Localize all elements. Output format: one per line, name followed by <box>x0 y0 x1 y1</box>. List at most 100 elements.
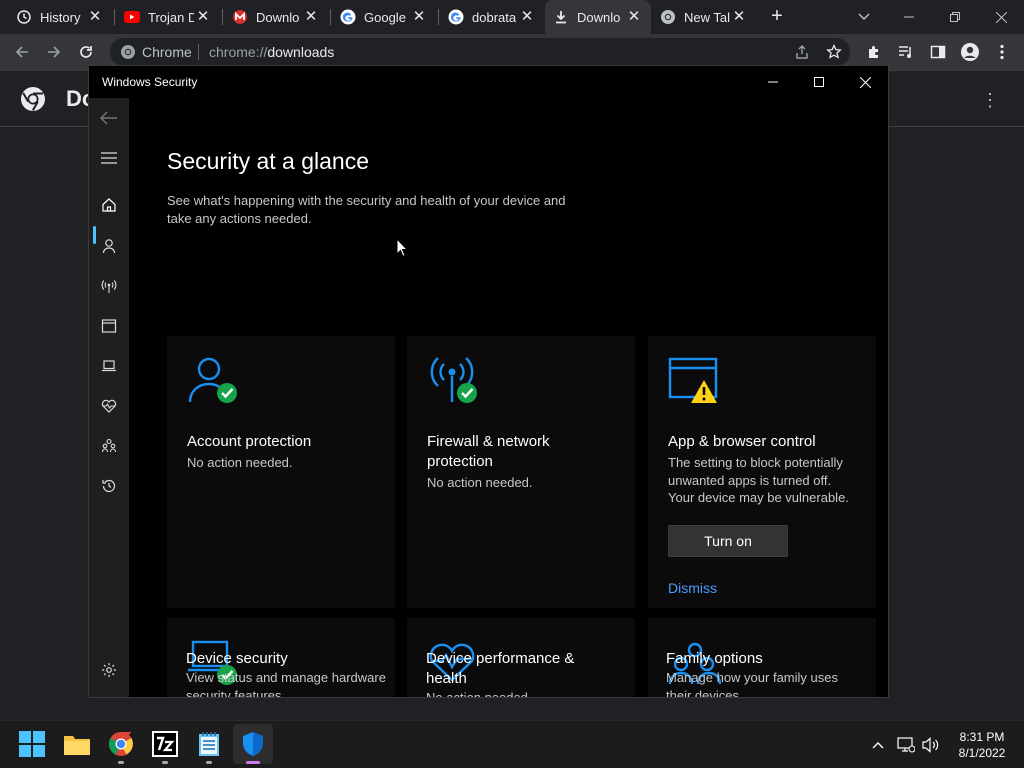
history-icon <box>16 9 32 25</box>
volume-icon[interactable] <box>921 735 941 755</box>
windows-security-window: Windows Security Security at a glance Se… <box>88 65 889 698</box>
dismiss-link[interactable]: Dismiss <box>668 580 717 596</box>
account-protection-card[interactable]: Account protection No action needed. <box>167 336 395 608</box>
tab-history[interactable]: History ✕ <box>8 0 112 34</box>
window-titlebar[interactable]: Windows Security <box>89 66 888 98</box>
hamburger-menu-icon[interactable] <box>97 146 121 170</box>
app-browser-control-card[interactable]: App & browser control The setting to blo… <box>648 336 876 608</box>
history-icon[interactable] <box>97 474 121 498</box>
maximize-button[interactable] <box>796 66 842 98</box>
tab-new-tab[interactable]: New Tal ✕ <box>652 0 756 34</box>
close-button[interactable] <box>842 66 888 98</box>
page-heading: Security at a glance <box>167 148 370 174</box>
family-options-desc: Manage how your family uses their device… <box>666 670 838 698</box>
device-health-title: Device performance & health <box>426 650 575 687</box>
minimize-button[interactable] <box>750 66 796 98</box>
card-description: No action needed. <box>427 475 533 490</box>
running-indicator <box>118 761 124 764</box>
card-title: Firewall & network protection <box>427 433 550 470</box>
media-control-icon[interactable] <box>896 42 916 62</box>
tab-trojan[interactable]: Trojan D ✕ <box>116 0 220 34</box>
reload-icon[interactable] <box>76 42 96 62</box>
new-tab-button[interactable]: + <box>766 6 788 28</box>
firewall-check-icon <box>427 356 481 410</box>
turn-on-button[interactable]: Turn on <box>668 525 788 557</box>
close-tab-icon[interactable]: ✕ <box>730 8 748 26</box>
home-icon[interactable] <box>97 193 121 217</box>
tab-search-icon[interactable] <box>854 6 874 26</box>
clock-date: 8/1/2022 <box>958 746 1006 760</box>
tab-title: History <box>40 9 81 25</box>
security-dashboard: Security at a glance See what's happenin… <box>129 98 888 697</box>
tab-dobrata[interactable]: dobrata ✕ <box>440 0 544 34</box>
back-arrow-icon[interactable] <box>97 106 121 130</box>
tab-title: Downlo <box>577 9 621 25</box>
settings-gear-icon[interactable] <box>97 658 121 682</box>
clock-time: 8:31 PM <box>959 730 1005 744</box>
chrome-icon <box>660 9 676 25</box>
family-icon[interactable] <box>97 434 121 458</box>
url-text: chrome://downloads <box>209 44 334 60</box>
network-status-icon[interactable] <box>896 735 916 755</box>
running-indicator <box>162 761 168 764</box>
device-health-desc: No action needed. <box>426 690 532 698</box>
chrome-menu-icon[interactable] <box>992 42 1012 62</box>
tab-title: New Tal <box>684 9 730 25</box>
start-button-icon[interactable] <box>17 729 47 759</box>
profile-avatar-icon[interactable] <box>960 42 980 62</box>
tab-downloads[interactable]: Downlo ✕ <box>545 0 651 34</box>
more-options-icon[interactable]: ⋮ <box>980 90 1000 110</box>
card-title: Account protection <box>187 433 312 450</box>
tab-google[interactable]: Google ✕ <box>332 0 436 34</box>
taskbar-clock[interactable]: 8:31 PM 8/1/2022 <box>950 729 1014 761</box>
restore-browser-button[interactable] <box>932 0 978 34</box>
close-tab-icon[interactable]: ✕ <box>410 8 428 26</box>
forward-icon[interactable] <box>44 42 64 62</box>
show-hidden-icons-chevron-icon[interactable] <box>868 735 888 755</box>
close-tab-icon[interactable]: ✕ <box>86 8 104 26</box>
running-indicator <box>206 761 212 764</box>
7zip-icon[interactable] <box>150 729 180 759</box>
active-indicator <box>246 761 260 764</box>
tab-divider <box>330 9 331 25</box>
close-tab-icon[interactable]: ✕ <box>518 8 536 26</box>
notepad-icon[interactable] <box>194 729 224 759</box>
close-tab-icon[interactable]: ✕ <box>625 8 643 26</box>
family-options-title: Family options <box>666 650 763 667</box>
page-subheading: See what's happening with the security a… <box>167 193 566 226</box>
account-icon[interactable] <box>97 234 121 258</box>
extensions-icon[interactable] <box>864 42 884 62</box>
tab-divider <box>114 9 115 25</box>
tab-divider <box>438 9 439 25</box>
windows-security-shield-icon[interactable] <box>238 729 268 759</box>
mouse-cursor-icon <box>396 237 409 258</box>
minimize-browser-button[interactable] <box>886 0 932 34</box>
tab-divider <box>222 9 223 25</box>
google-icon <box>448 9 464 25</box>
address-bar[interactable]: Chrome chrome://downloads <box>110 38 850 66</box>
security-nav-rail <box>89 98 129 697</box>
side-panel-icon[interactable] <box>928 42 948 62</box>
card-description: No action needed. <box>187 455 293 470</box>
close-tab-icon[interactable]: ✕ <box>194 8 212 26</box>
back-icon[interactable] <box>12 42 32 62</box>
active-indicator <box>93 226 96 244</box>
tab-malwarebytes[interactable]: Downlo ✕ <box>224 0 328 34</box>
file-explorer-icon[interactable] <box>62 729 92 759</box>
bookmark-star-icon[interactable] <box>824 42 844 62</box>
device-security-desc: View status and manage hardware security… <box>186 670 386 698</box>
chrome-taskbar-icon[interactable] <box>106 729 136 759</box>
device-security-icon[interactable] <box>97 354 121 378</box>
download-icon <box>553 9 569 25</box>
close-browser-button[interactable] <box>978 0 1024 34</box>
firewall-card[interactable]: Firewall & network protection No action … <box>407 336 635 608</box>
card-description: The setting to block potentially unwante… <box>668 455 849 505</box>
close-tab-icon[interactable]: ✕ <box>302 8 320 26</box>
share-icon[interactable] <box>792 42 812 62</box>
app-warning-icon <box>668 356 722 410</box>
browser-tab-strip: History ✕ Trojan D ✕ Downlo ✕ Google ✕ d… <box>0 0 1024 34</box>
app-browser-icon[interactable] <box>97 314 121 338</box>
health-heart-icon[interactable] <box>97 394 121 418</box>
desktop: History ✕ Trojan D ✕ Downlo ✕ Google ✕ d… <box>0 0 1024 768</box>
network-antenna-icon[interactable] <box>97 274 121 298</box>
